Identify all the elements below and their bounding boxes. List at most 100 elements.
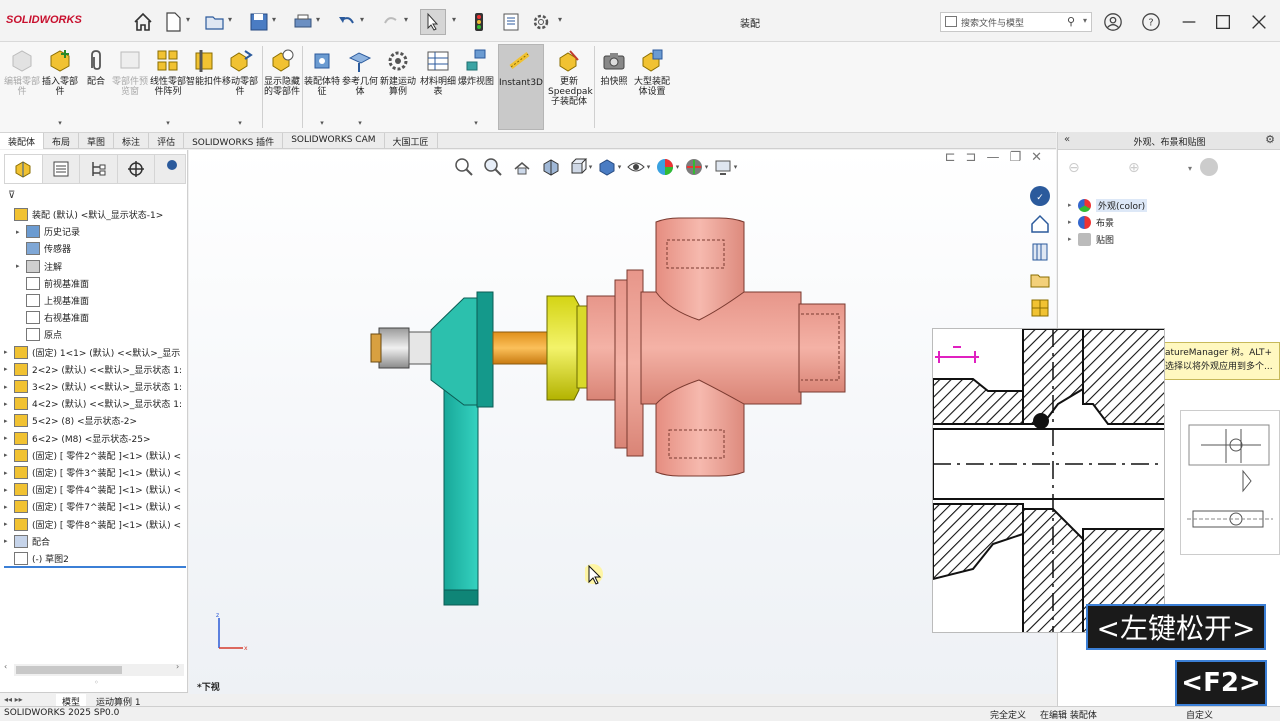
tree-item[interactable]: ▸ 4<2> (默认) <<默认>_显示状态 1: <box>4 395 186 412</box>
linear-pattern-button[interactable]: 线性零部件阵列 ▾ <box>150 44 186 130</box>
home-icon[interactable] <box>1028 212 1052 236</box>
section-view-icon[interactable] <box>538 155 564 179</box>
tree-item[interactable]: ▸ 2<2> (默认) <<默认>_显示状态 1: <box>4 361 186 378</box>
select-icon[interactable] <box>420 9 446 35</box>
print-icon[interactable] <box>290 9 316 35</box>
tree-item[interactable]: ▸ (固定) [ 零件3^装配 ]<1> (默认) < <box>4 464 186 481</box>
large-assembly-settings-button[interactable]: 大型装配体设置 <box>634 44 670 130</box>
tree-item[interactable]: ▸ (固定) [ 零件7^装配 ]<1> (默认) < <box>4 498 186 515</box>
chevron-down-icon[interactable]: ▾ <box>360 15 364 24</box>
expand-icon[interactable]: ▸ <box>1068 218 1078 226</box>
show-hidden-components-button[interactable]: 显示隐藏的零部件 <box>264 44 300 130</box>
file-explorer-icon[interactable] <box>1028 268 1052 292</box>
expand-icon[interactable]: ▸ <box>4 400 14 408</box>
gear-icon[interactable] <box>528 9 554 35</box>
tab-craftsman[interactable]: 大国工匠 <box>385 133 438 149</box>
chevron-down-icon[interactable]: ▾ <box>304 118 340 128</box>
expand-icon[interactable]: ▸ <box>4 451 14 459</box>
expand-icon[interactable]: ▸ <box>16 262 26 270</box>
forward-icon[interactable]: ⊕ <box>1128 160 1140 176</box>
graphics-area[interactable]: ▾ ▾ ▾ ▾ ▾ ▾ ⊏ ⊐ — ❐ ✕ *下视 z x <box>189 150 1056 694</box>
expand-icon[interactable]: ▸ <box>4 434 14 442</box>
tab-cam[interactable]: SOLIDWORKS CAM <box>283 133 385 149</box>
tree-item[interactable]: ▸ (固定) [ 零件8^装配 ]<1> (默认) < <box>4 516 186 533</box>
close-icon[interactable]: ✕ <box>1031 150 1042 165</box>
new-icon[interactable] <box>160 9 186 35</box>
home-icon[interactable] <box>130 9 156 35</box>
edit-component-button[interactable]: 编辑零部件 <box>4 44 40 130</box>
splitter-handle[interactable]: ◦ <box>94 678 99 687</box>
feature-manager-tab-icon[interactable] <box>5 155 43 183</box>
expand-icon[interactable]: ▸ <box>1068 235 1078 243</box>
tree-item[interactable]: ▸ 5<2> (8) <显示状态-2> <box>4 412 186 429</box>
tree-item[interactable]: ▸ (固定) 1<1> (默认) <<默认>_显示 <box>4 344 186 361</box>
view-settings-icon[interactable]: ▾ <box>712 155 738 179</box>
chevron-down-icon[interactable]: ▾ <box>458 118 494 128</box>
save-icon[interactable] <box>246 9 272 35</box>
apply-scene-icon[interactable]: ▾ <box>683 155 709 179</box>
chevron-down-icon[interactable]: ▾ <box>272 15 276 24</box>
close-icon[interactable] <box>1248 11 1270 33</box>
dimxpert-tab-icon[interactable] <box>118 155 156 183</box>
chevron-down-icon[interactable]: ▾ <box>342 118 378 128</box>
reference-geometry-button[interactable]: 参考几何体 ▾ <box>342 44 378 130</box>
expand-icon[interactable]: ▸ <box>4 537 14 545</box>
smart-fastener-button[interactable]: 智能扣件 <box>186 44 222 130</box>
expand-icon[interactable]: ▸ <box>4 520 14 528</box>
chevron-down-icon[interactable]: ▾ <box>1083 16 1087 25</box>
rebuild-icon[interactable] <box>466 9 492 35</box>
chevron-down-icon[interactable]: ▾ <box>42 118 78 128</box>
configuration-manager-tab-icon[interactable] <box>80 155 118 183</box>
solidworks-resources-icon[interactable]: ✓ <box>1028 184 1052 208</box>
design-library-icon[interactable] <box>1028 240 1052 264</box>
view-palette-icon[interactable] <box>1028 296 1052 320</box>
expand-icon[interactable]: ▸ <box>1068 201 1078 209</box>
tree-item[interactable]: ▸ 注解 <box>16 258 198 275</box>
tab-layout[interactable]: 布局 <box>44 133 80 149</box>
expand-icon[interactable]: ▸ <box>4 348 14 356</box>
tile-right-icon[interactable]: ⊐ <box>966 150 977 165</box>
zoom-to-fit-icon[interactable] <box>451 155 477 179</box>
view-orientation-icon[interactable]: ▾ <box>567 155 593 179</box>
display-manager-tab-icon[interactable] <box>155 155 185 183</box>
expand-icon[interactable]: ▸ <box>4 365 14 373</box>
redo-icon[interactable] <box>378 9 404 35</box>
expand-icon[interactable]: ▸ <box>4 503 14 511</box>
chevron-down-icon[interactable]: ▾ <box>150 118 186 128</box>
expand-icon[interactable]: ▸ <box>4 486 14 494</box>
collapse-icon[interactable]: « <box>1064 134 1070 145</box>
assembly-model[interactable] <box>369 210 869 620</box>
mate-button[interactable]: 配合 <box>78 44 114 130</box>
tree-item[interactable]: 前视基准面 <box>16 275 198 292</box>
display-style-icon[interactable]: ▾ <box>596 155 622 179</box>
help-icon[interactable]: ? <box>1140 11 1162 33</box>
back-icon[interactable]: ⊖ <box>1068 160 1080 176</box>
minimize-icon[interactable] <box>1178 11 1200 33</box>
move-component-button[interactable]: 移动零部件 ▾ <box>222 44 258 130</box>
tree-item[interactable]: 装配 (默认) <默认_显示状态-1> <box>4 206 186 223</box>
minimize-icon[interactable]: — <box>986 150 999 165</box>
chevron-down-icon[interactable]: ▾ <box>222 118 258 128</box>
open-icon[interactable] <box>202 9 228 35</box>
tab-evaluate[interactable]: 评估 <box>149 133 185 149</box>
tree-item[interactable]: ▸ 历史记录 <box>16 223 198 240</box>
tab-addins[interactable]: SOLIDWORKS 插件 <box>184 133 284 149</box>
horizontal-scrollbar[interactable] <box>14 664 184 676</box>
tree-item[interactable]: 右视基准面 <box>16 309 198 326</box>
tree-item[interactable]: ▸ (固定) [ 零件4^装配 ]<1> (默认) < <box>4 481 186 498</box>
expand-icon[interactable]: ▸ <box>4 417 14 425</box>
scrollbar-thumb[interactable] <box>16 666 122 674</box>
tab-nav-icon[interactable]: ◂◂ ▸▸ <box>4 695 23 704</box>
chevron-down-icon[interactable]: ▾ <box>404 15 408 24</box>
tree-item[interactable]: ▸ (固定) [ 零件2^装配 ]<1> (默认) < <box>4 447 186 464</box>
appearance-sphere-icon[interactable] <box>1200 158 1218 176</box>
tab-sketch[interactable]: 草图 <box>79 133 115 149</box>
expand-icon[interactable]: ▸ <box>4 383 14 391</box>
appearance-folder[interactable]: ▸ 外观(color) <box>1068 197 1148 213</box>
restore-icon[interactable]: ❐ <box>1009 150 1021 165</box>
units-status[interactable]: 自定义 <box>1186 708 1213 721</box>
tree-item[interactable]: ▸ 3<2> (默认) <<默认>_显示状态 1: <box>4 378 186 395</box>
undo-icon[interactable] <box>334 9 360 35</box>
scroll-right-icon[interactable]: › <box>176 662 179 671</box>
tree-item[interactable]: 传感器 <box>16 240 198 257</box>
